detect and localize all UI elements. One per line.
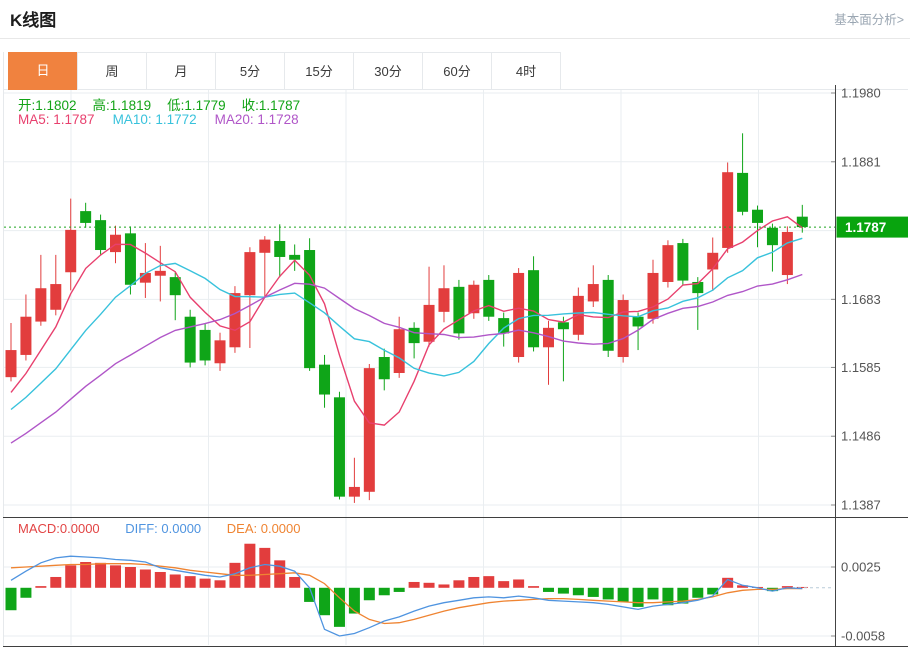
period-tab-bar: 日周月5分15分30分60分4时 (8, 52, 561, 90)
candles (6, 133, 808, 503)
ma-item: MA10: 1.1772 (113, 112, 197, 127)
ohlc-item: 收:1.1787 (242, 98, 301, 113)
tab-日[interactable]: 日 (8, 52, 78, 90)
main-axis-labels: 1.1980 1.1881 1.1683 1.1585 1.1486 1.1387 0.00… (831, 86, 885, 644)
svg-text:0.0025: 0.0025 (841, 560, 881, 575)
dea-value: DEA: 0.0000 (227, 521, 301, 536)
svg-text:-0.0058: -0.0058 (841, 629, 885, 644)
tab-60分[interactable]: 60分 (422, 52, 492, 90)
tab-15分[interactable]: 15分 (284, 52, 354, 90)
tab-5分[interactable]: 5分 (215, 52, 285, 90)
macd-readout: MACD:0.0000 DIFF: 0.0000 DEA: 0.0000 (18, 521, 323, 536)
svg-text:1.1683: 1.1683 (841, 292, 881, 307)
macd-value: MACD:0.0000 (18, 521, 100, 536)
ma-item: MA20: 1.1728 (215, 112, 299, 127)
ma-item: MA5: 1.1787 (18, 112, 95, 127)
ohlc-item: 低:1.1779 (167, 98, 226, 113)
kline-page: { "header": { "title": "K线图", "link": "基… (0, 0, 910, 649)
svg-text:1.1585: 1.1585 (841, 360, 881, 375)
ohlc-item: 开:1.1802 (18, 98, 77, 113)
current-price-tag: 1.1787 (837, 217, 909, 238)
tab-30分[interactable]: 30分 (353, 52, 423, 90)
svg-text:1.1387: 1.1387 (841, 498, 881, 513)
ohlc-item: 高:1.1819 (93, 98, 152, 113)
svg-text:1.1787: 1.1787 (845, 220, 886, 235)
svg-text:1.1881: 1.1881 (841, 154, 881, 169)
main-gridlines (4, 93, 835, 636)
ma-readout: MA5: 1.1787 MA10: 1.1772 MA20: 1.1728 (18, 112, 317, 127)
tab-周[interactable]: 周 (77, 52, 147, 90)
tab-月[interactable]: 月 (146, 52, 216, 90)
svg-text:1.1980: 1.1980 (841, 86, 881, 101)
svg-text:1.1486: 1.1486 (841, 429, 881, 444)
tab-4时[interactable]: 4时 (491, 52, 561, 90)
ohlc-readout: 开:1.1802 高:1.1819 低:1.1779 收:1.1787 (18, 94, 316, 114)
diff-value: DIFF: 0.0000 (125, 521, 201, 536)
